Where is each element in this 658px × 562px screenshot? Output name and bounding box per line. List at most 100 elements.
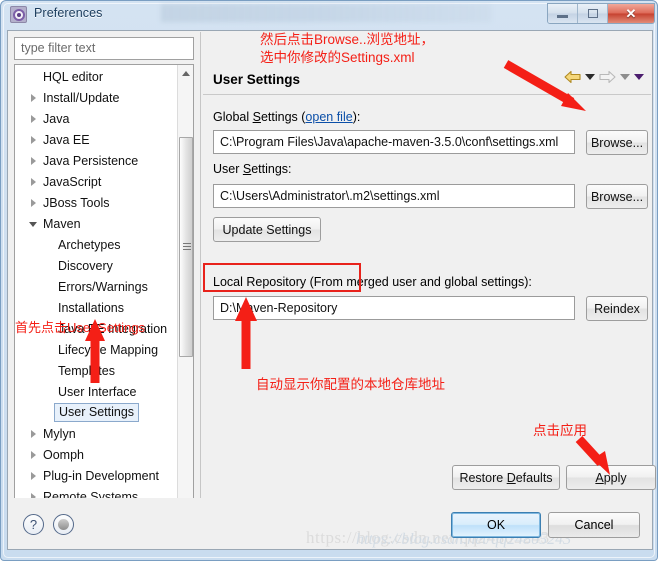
chevron-right-icon[interactable] xyxy=(31,430,36,438)
sidebar-item-discovery[interactable]: Discovery xyxy=(15,256,178,277)
chevron-down-icon[interactable] xyxy=(29,222,37,227)
scroll-up-icon[interactable] xyxy=(178,65,193,82)
sidebar-item-label: Plug-in Development xyxy=(43,468,160,483)
sidebar-item-install-update[interactable]: Install/Update xyxy=(15,88,178,109)
sidebar-item-label: Maven xyxy=(43,216,81,231)
sidebar-item-java-ee[interactable]: Java EE xyxy=(15,130,178,151)
sidebar-item-plug-in-development[interactable]: Plug-in Development xyxy=(15,466,178,487)
title-divider xyxy=(203,94,651,95)
sidebar-item-hql-editor[interactable]: HQL editor xyxy=(15,67,178,88)
global-settings-input[interactable]: C:\Program Files\Java\apache-maven-3.5.0… xyxy=(213,130,575,154)
back-history-caret-icon[interactable] xyxy=(585,74,595,80)
forward-arrow-icon xyxy=(599,70,616,84)
sidebar-item-label: Lifecycle Mapping xyxy=(58,342,159,357)
restore-defaults-button[interactable]: Restore Defaults xyxy=(452,465,560,490)
open-file-link[interactable]: open file xyxy=(305,110,352,124)
chevron-right-icon[interactable] xyxy=(31,115,36,123)
help-icon[interactable]: ? xyxy=(23,514,44,535)
global-settings-browse-button[interactable]: Browse... xyxy=(586,130,648,155)
user-settings-label-prefix: User xyxy=(213,162,243,176)
sidebar-item-label: Installations xyxy=(58,300,125,315)
page-title: User Settings xyxy=(213,72,301,87)
annotation-browse-line2: 选中你修改的Settings.xml xyxy=(260,50,415,65)
sidebar-item-errors-warnings[interactable]: Errors/Warnings xyxy=(15,277,178,298)
sidebar-item-label: User Interface xyxy=(58,384,137,399)
global-settings-label-text: Global Settings ( xyxy=(213,110,306,124)
sidebar-item-maven[interactable]: Maven xyxy=(15,214,178,235)
local-repository-label: Local Repository (From merged user and g… xyxy=(213,275,532,289)
sidebar-item-label: Oomph xyxy=(43,447,84,462)
annotation-tree-note: 首先点击User Settings xyxy=(15,320,146,335)
sidebar-item-archetypes[interactable]: Archetypes xyxy=(15,235,178,256)
tree-list: HQL editor Install/Update Java Java EE Java … xyxy=(15,67,178,508)
window-title: Preferences xyxy=(34,6,103,20)
annotation-browse-line1: 然后点击Browse..浏览地址， xyxy=(260,32,435,47)
vertical-scroll-thumb[interactable] xyxy=(179,137,193,357)
sidebar-item-templates[interactable]: Templates xyxy=(15,361,178,382)
ok-button[interactable]: OK xyxy=(451,512,541,538)
user-settings-label: User Settings: xyxy=(213,162,292,176)
sidebar-item-lifecycle-mapping[interactable]: Lifecycle Mapping xyxy=(15,340,178,361)
user-settings-page: User Settings Global Settings (open file… xyxy=(200,32,656,526)
cancel-button[interactable]: Cancel xyxy=(548,512,640,538)
page-menu-caret-icon[interactable] xyxy=(634,74,644,80)
gear-icon xyxy=(10,6,27,23)
global-settings-mnemonic: S xyxy=(252,110,261,124)
chevron-right-icon[interactable] xyxy=(31,472,36,480)
forward-history-caret-icon xyxy=(620,74,630,80)
user-settings-label-suffix: ettings: xyxy=(251,162,292,176)
dialog-body: type filter text HQL editor Install/Updat… xyxy=(7,30,656,528)
chevron-right-icon[interactable] xyxy=(31,199,36,207)
title-bar: Preferences ✕ xyxy=(1,1,658,29)
chevron-right-icon[interactable] xyxy=(31,451,36,459)
maximize-icon xyxy=(587,9,598,18)
sidebar-item-jboss-tools[interactable]: JBoss Tools xyxy=(15,193,178,214)
local-repository-input[interactable]: D:\Maven-Repository xyxy=(213,296,575,320)
minimize-button[interactable] xyxy=(548,4,578,23)
restore-defaults-label: Restore Defaults xyxy=(459,470,553,485)
apply-button[interactable]: Apply xyxy=(566,465,656,490)
sidebar-item-user-interface[interactable]: User Interface xyxy=(15,382,178,403)
sidebar-item-label: Archetypes xyxy=(58,237,121,252)
sidebar-item-label: Templates xyxy=(58,363,115,378)
maximize-button[interactable] xyxy=(578,4,608,23)
user-settings-label-mnemonic: S xyxy=(242,162,252,176)
sidebar-item-java[interactable]: Java xyxy=(15,109,178,130)
window-controls: ✕ xyxy=(547,3,655,24)
chevron-right-icon[interactable] xyxy=(31,136,36,144)
sidebar-item-label: Java EE xyxy=(43,132,90,147)
page-navigation xyxy=(564,70,644,84)
user-settings-input[interactable]: C:\Users\Administrator\.m2\settings.xml xyxy=(213,184,575,208)
sidebar-item-label: HQL editor xyxy=(43,69,103,84)
search-input[interactable]: type filter text xyxy=(14,37,194,60)
sidebar-item-oomph[interactable]: Oomph xyxy=(15,445,178,466)
sidebar-item-label: Java Persistence xyxy=(43,153,139,168)
sidebar-item-label: Mylyn xyxy=(43,426,76,441)
sidebar-item-label: Install/Update xyxy=(43,90,120,105)
sidebar-item-label: JavaScript xyxy=(43,174,102,189)
chevron-right-icon[interactable] xyxy=(31,178,36,186)
sidebar-item-label: Discovery xyxy=(58,258,113,273)
reindex-button[interactable]: Reindex xyxy=(586,296,648,321)
close-icon: ✕ xyxy=(625,6,637,21)
global-settings-label: Global Settings (open file): xyxy=(213,110,360,124)
back-arrow-icon[interactable] xyxy=(564,70,581,84)
user-settings-browse-button[interactable]: Browse... xyxy=(586,184,648,209)
sidebar-item-installations[interactable]: Installations xyxy=(15,298,178,319)
global-settings-label-end: ): xyxy=(352,110,361,124)
sidebar-item-mylyn[interactable]: Mylyn xyxy=(15,424,178,445)
sidebar-item-java-persistence[interactable]: Java Persistence xyxy=(15,151,178,172)
tree-vertical-scrollbar[interactable] xyxy=(177,65,193,510)
chevron-right-icon[interactable] xyxy=(31,94,36,102)
update-settings-button[interactable]: Update Settings xyxy=(213,217,321,242)
chevron-right-icon[interactable] xyxy=(31,157,36,165)
title-bar-blur xyxy=(161,4,491,22)
sidebar-item-label: User Settings xyxy=(54,403,140,422)
preferences-window: Preferences ✕ type filter text HQL edito… xyxy=(0,0,658,561)
preferences-tree[interactable]: HQL editor Install/Update Java Java EE Java … xyxy=(14,64,194,511)
sidebar-item-javascript[interactable]: JavaScript xyxy=(15,172,178,193)
sidebar-item-user-settings[interactable]: User Settings xyxy=(15,403,178,424)
mnemonic: D xyxy=(506,470,516,485)
toggle-button[interactable] xyxy=(53,514,74,535)
close-button[interactable]: ✕ xyxy=(608,4,654,23)
